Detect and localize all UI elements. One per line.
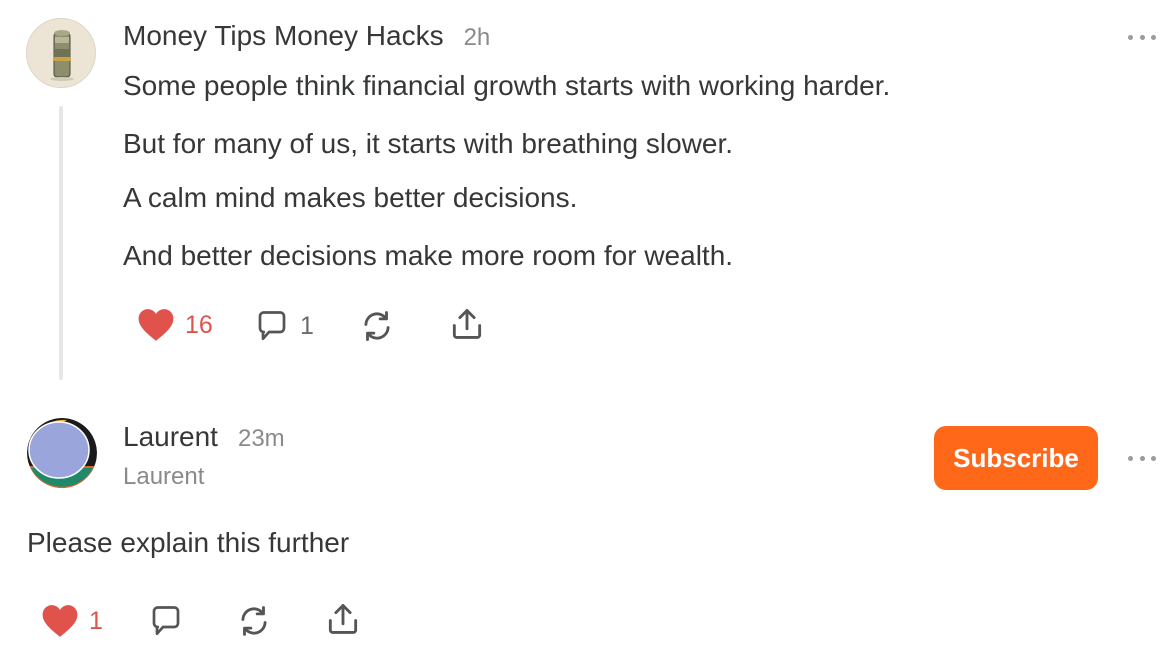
more-dot-icon [1139, 455, 1145, 461]
author-name[interactable]: Money Tips Money Hacks [123, 20, 444, 52]
share-icon [328, 604, 358, 634]
like-count: 16 [185, 310, 213, 339]
post-timestamp[interactable]: 2h [464, 24, 491, 52]
abstract-color-avatar-icon [27, 418, 97, 488]
thread-line [59, 106, 63, 380]
author-name[interactable]: Laurent [123, 421, 218, 453]
more-dot-icon [1128, 34, 1133, 40]
restack-button[interactable] [235, 602, 273, 640]
like-count: 1 [89, 606, 103, 635]
comment-bubble-icon [152, 606, 180, 636]
restack-icon [241, 606, 267, 636]
more-dot-icon [1139, 34, 1145, 40]
comment-count: 1 [300, 311, 314, 340]
author-handle: Laurent [123, 463, 205, 490]
post-paragraph: But for many of us, it starts with breat… [123, 128, 734, 159]
comment-button[interactable] [148, 603, 184, 639]
avatar[interactable] [27, 418, 97, 488]
comment-button[interactable]: 1 [254, 308, 314, 344]
restack-button[interactable] [358, 307, 396, 345]
like-button[interactable]: 1 [41, 603, 103, 639]
reply-text: Please explain this further [27, 527, 350, 558]
heart-icon [138, 309, 174, 341]
more-options-button[interactable] [1128, 30, 1156, 44]
heart-icon [42, 605, 78, 637]
money-roll-icon [27, 19, 95, 87]
more-dot-icon [1151, 455, 1156, 461]
more-dot-icon [1151, 34, 1156, 40]
restack-icon [364, 311, 390, 341]
subscribe-button[interactable]: Subscribe [934, 426, 1098, 490]
notes-thread: Money Tips Money Hacks 2h Some people th… [0, 0, 1170, 655]
share-icon [452, 309, 482, 339]
share-button[interactable] [448, 305, 486, 343]
post-paragraph: A calm mind makes better decisions. [123, 182, 578, 213]
post-paragraph: And better decisions make more room for … [123, 240, 734, 271]
more-options-button[interactable] [1128, 451, 1156, 465]
post-header: Money Tips Money Hacks 2h [123, 20, 490, 52]
post-paragraph: Some people think financial growth start… [123, 70, 891, 101]
share-button[interactable] [324, 600, 362, 638]
post-header: Laurent 23m [123, 421, 285, 453]
like-button[interactable]: 16 [137, 307, 213, 343]
avatar[interactable] [26, 18, 96, 88]
post-timestamp[interactable]: 23m [238, 425, 285, 453]
more-dot-icon [1128, 455, 1133, 461]
comment-bubble-icon [258, 311, 286, 341]
